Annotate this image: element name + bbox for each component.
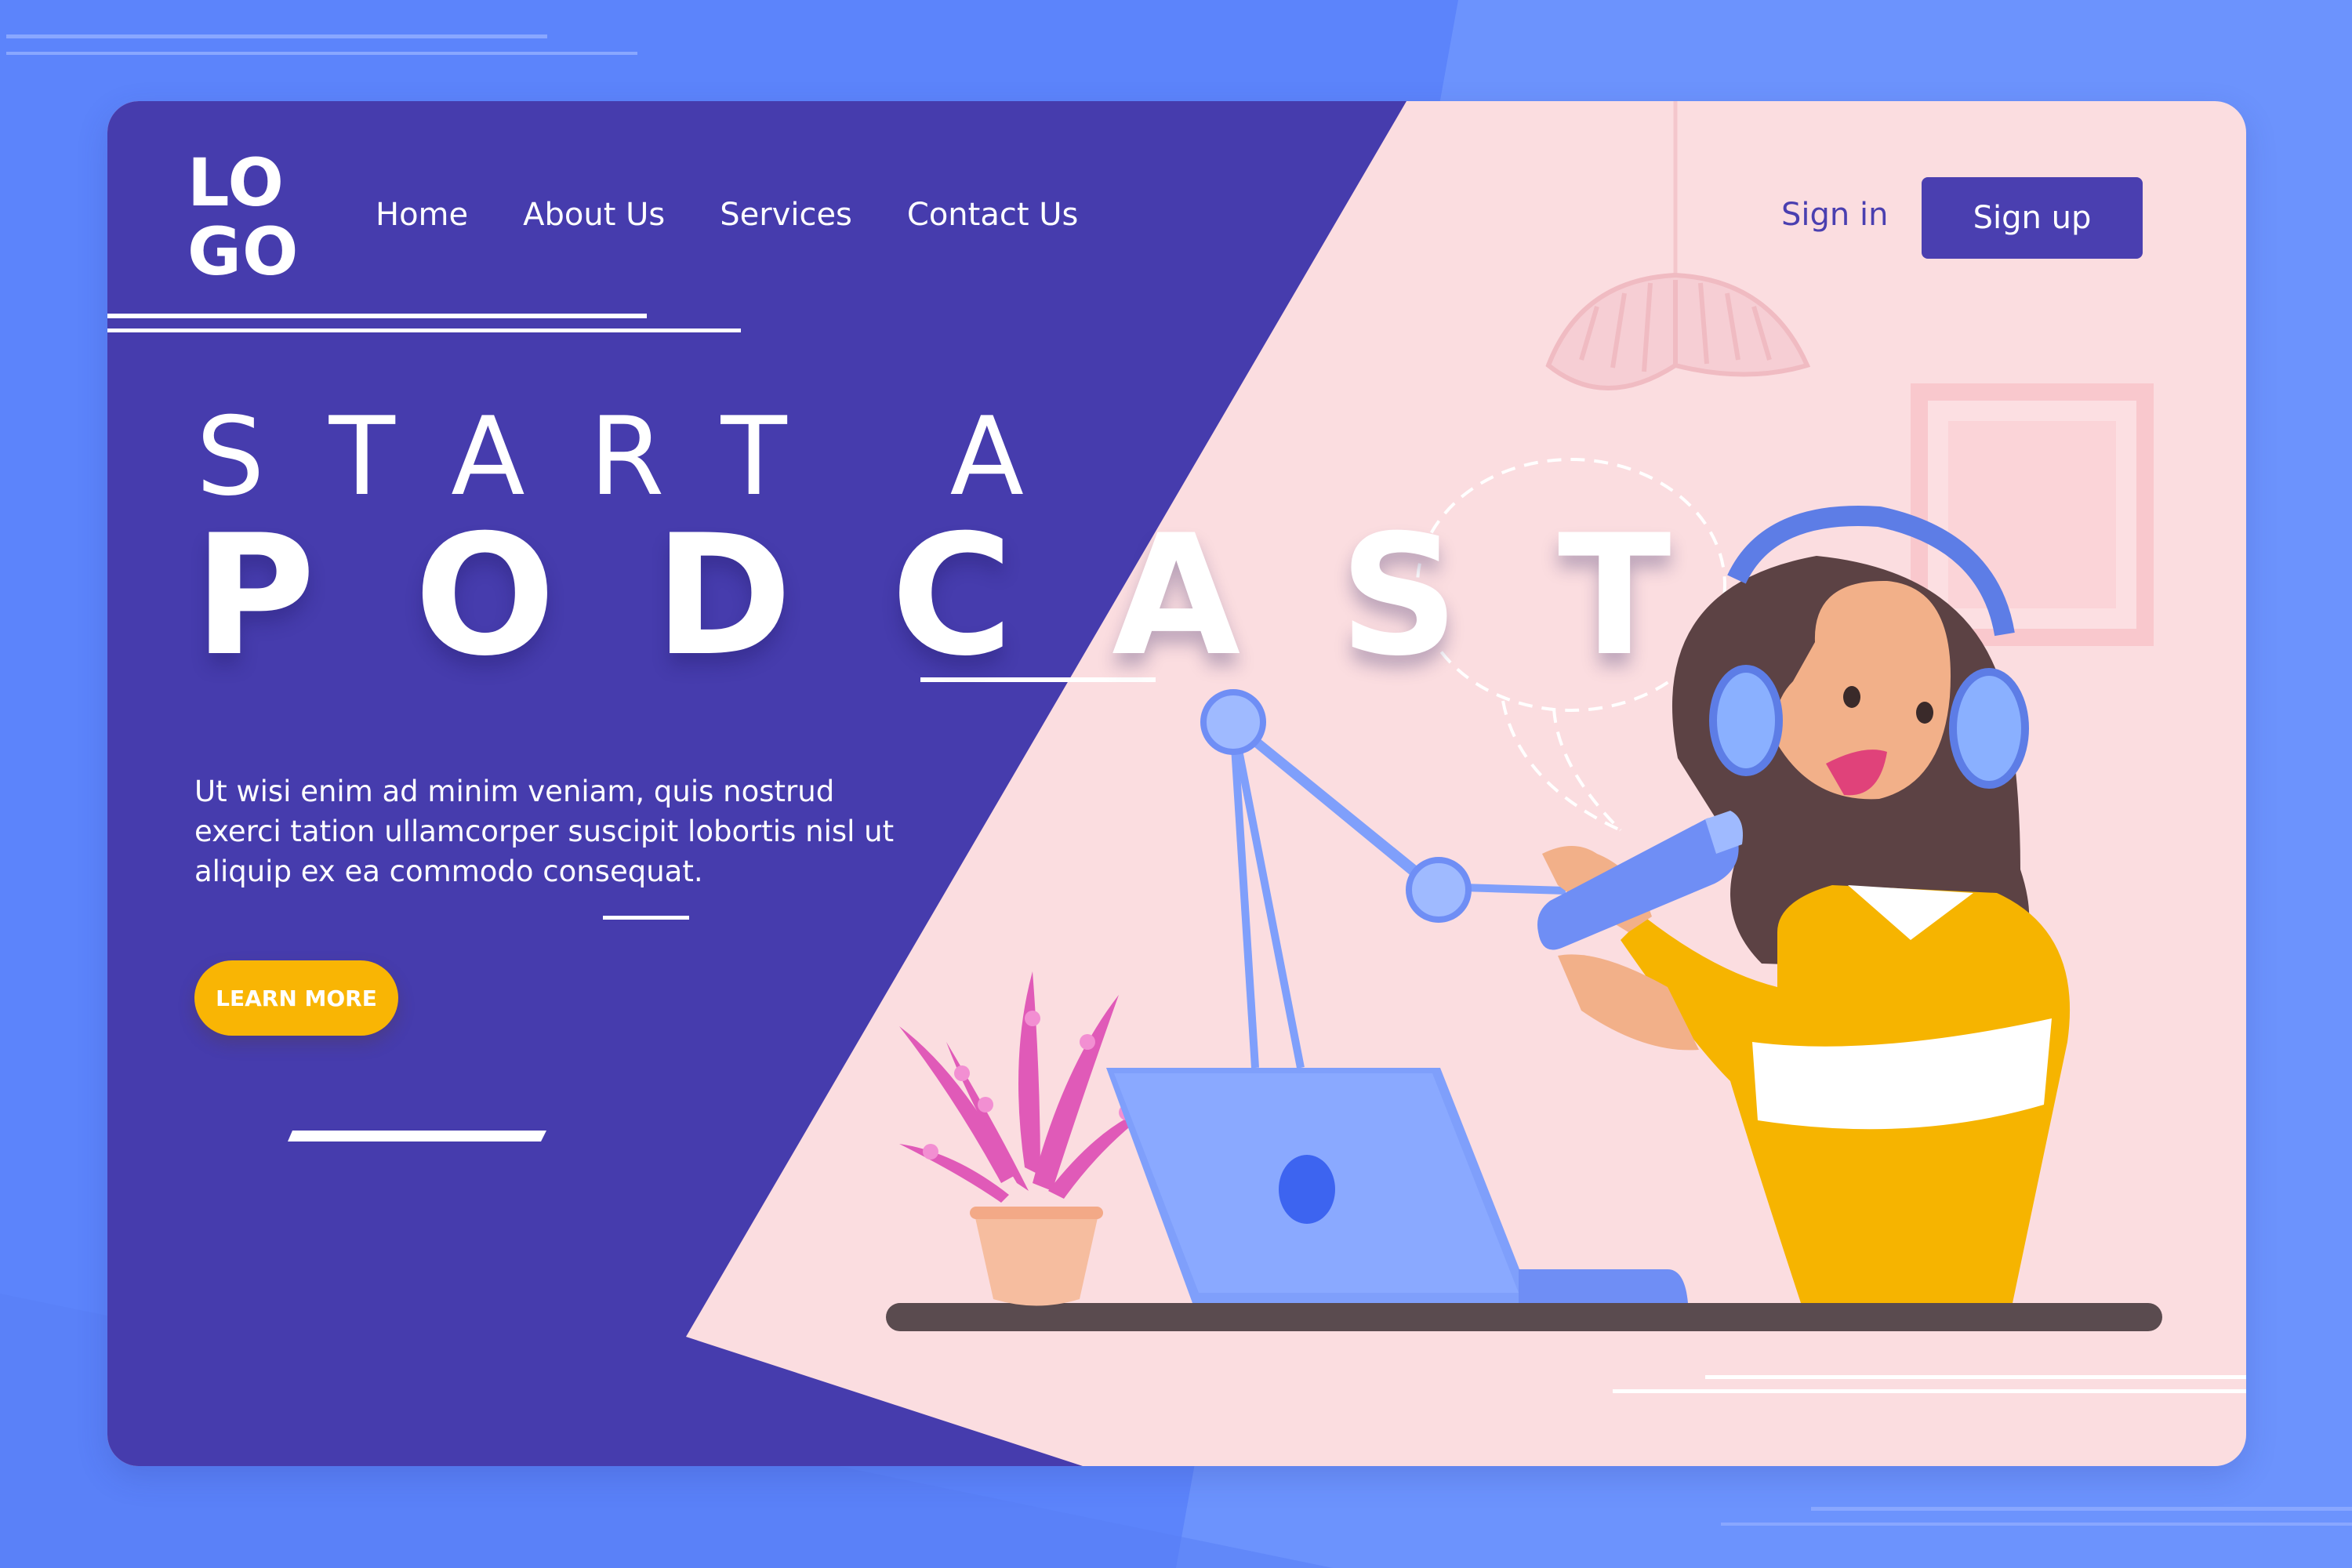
decor-line [1613,1389,2246,1393]
pendant-lamp-icon [1545,101,1811,390]
nav-about-us[interactable]: About Us [523,197,665,233]
potted-plant-icon [899,971,1158,1306]
header-underline [107,314,647,318]
decor-line [603,916,689,920]
decor-line [1811,1507,2352,1511]
laptop-icon [1106,1068,1688,1303]
decor-line [1705,1375,2246,1379]
decor-line [1721,1523,2352,1526]
sign-up-button[interactable]: Sign up [1922,177,2143,259]
decor-line [6,34,547,38]
mic-arm-icon [1229,719,1566,1069]
learn-more-button[interactable]: LEARN MORE [194,960,398,1036]
logo[interactable]: LO GO [187,148,321,286]
nav-home[interactable]: Home [376,197,468,233]
decor-line [288,1131,546,1142]
hero-subtitle: START A [196,394,1088,520]
landing-card: LO GO Home About Us Services Contact Us … [107,101,2246,1466]
hero-description: Ut wisi enim ad minim veniam, quis nostr… [194,775,895,888]
decor-line [6,52,637,55]
logo-line2: GO [187,213,299,290]
nav-services[interactable]: Services [720,197,852,233]
header-underline [107,328,741,332]
desk [886,1303,2162,1331]
main-nav: Home About Us Services Contact Us [376,197,1078,233]
logo-line1: LO [187,144,285,221]
sign-in-link[interactable]: Sign in [1781,197,1888,233]
nav-contact-us[interactable]: Contact Us [907,197,1078,233]
hero-title: PODCAST [194,499,1770,692]
